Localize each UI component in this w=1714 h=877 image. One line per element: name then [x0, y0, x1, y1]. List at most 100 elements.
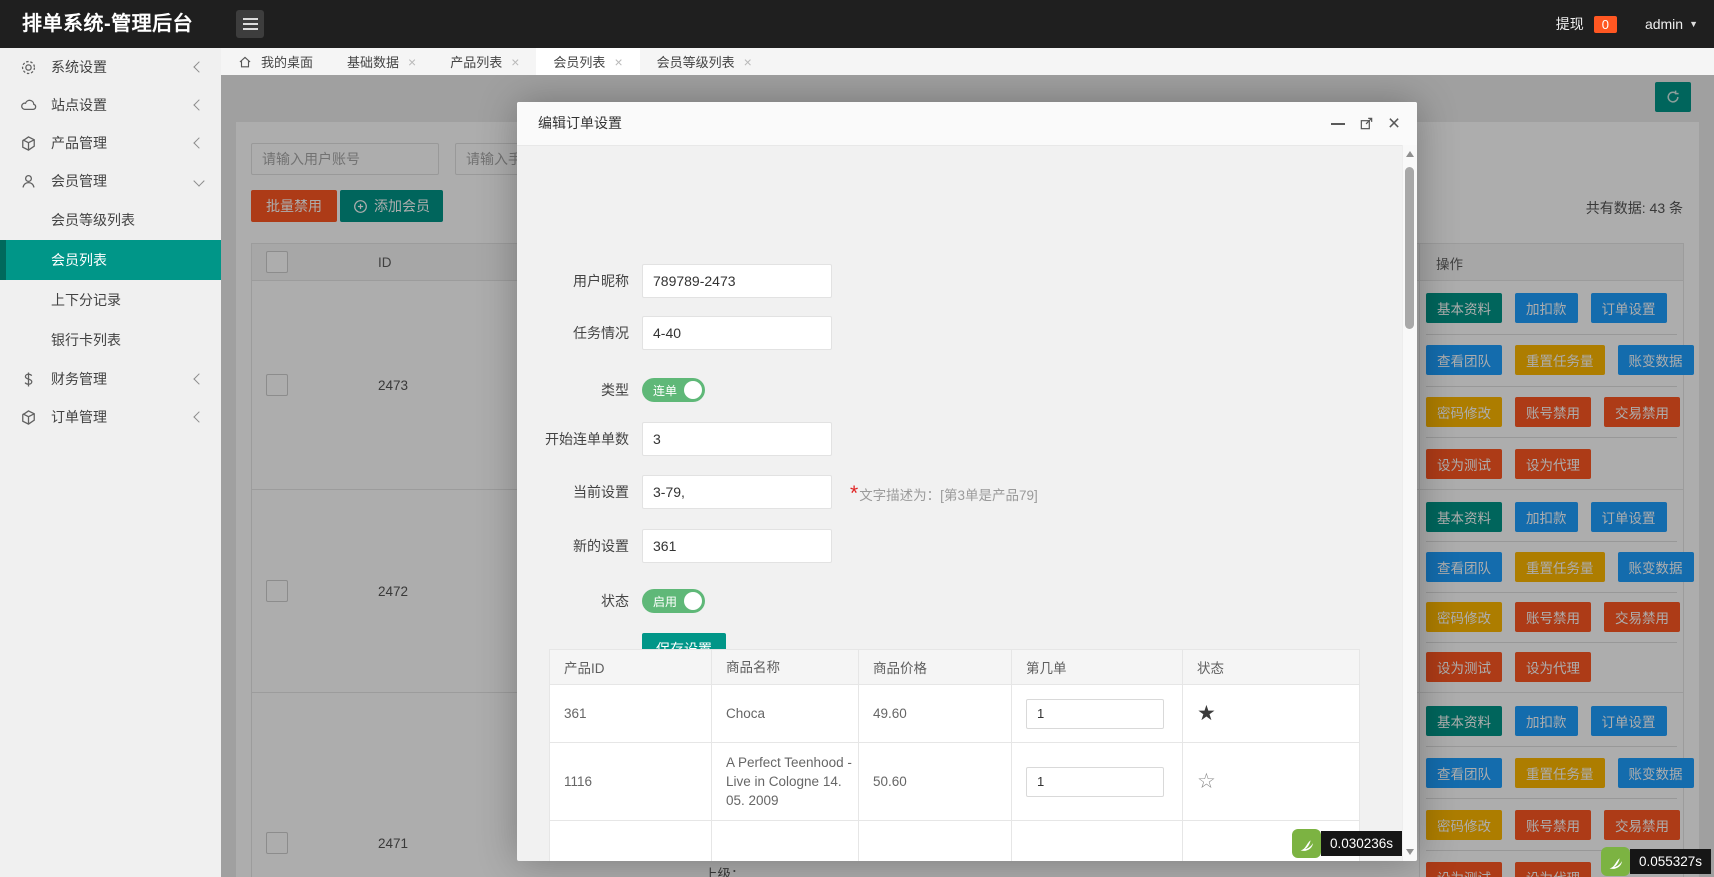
tab-label: 会员等级列表: [657, 52, 735, 71]
status-toggle[interactable]: 启用: [642, 589, 705, 613]
sidebar-item-0[interactable]: 系统设置: [0, 48, 221, 86]
col-product-price: 商品价格: [859, 650, 1012, 684]
sidebar-item-5[interactable]: 订单管理: [0, 398, 221, 436]
order-no-input[interactable]: [1026, 861, 1164, 862]
tab-2[interactable]: 产品列表 ×: [433, 48, 536, 75]
user-menu[interactable]: admin ▼: [1645, 16, 1698, 32]
page-debug-badge[interactable]: 0.055327s: [1601, 847, 1711, 876]
sidebar-item-4[interactable]: 财务管理: [0, 360, 221, 398]
chevron-left-icon: [193, 411, 204, 422]
sidebar-subitem-3-2[interactable]: 上下分记录: [0, 280, 221, 320]
field-task: 任务情况: [517, 316, 1403, 350]
scroll-up-arrow[interactable]: [1406, 151, 1414, 157]
field-status: 状态 启用: [517, 584, 1403, 618]
sidebar-item-label: 订单管理: [51, 407, 195, 427]
tab-close-icon[interactable]: ×: [614, 55, 622, 69]
start-count-input[interactable]: [642, 422, 832, 456]
product-row: 361Choca49.60★: [549, 685, 1360, 743]
tab-3[interactable]: 会员列表×: [536, 48, 639, 75]
order-no-input[interactable]: [1026, 767, 1164, 797]
tab-4[interactable]: 会员等级列表 ×: [640, 48, 769, 75]
product-price-cell: 51.40: [859, 821, 1012, 861]
current-setting-note: *文字描述为：[第3单是产品79]: [850, 483, 1038, 504]
sidebar-item-1[interactable]: 站点设置: [0, 86, 221, 124]
tab-1[interactable]: 基础数据 ×: [330, 48, 433, 75]
status-cell: ★: [1183, 685, 1359, 742]
withdraw-link[interactable]: 提现: [1556, 14, 1584, 34]
cloud-icon: [20, 97, 38, 114]
field-start-count: 开始连单单数: [517, 422, 1403, 456]
start-count-label: 开始连单单数: [517, 422, 629, 456]
sidebar-subitem-3-1[interactable]: 会员列表: [0, 240, 221, 280]
thinkphp-icon: [1601, 847, 1630, 876]
chevron-left-icon: [193, 99, 204, 110]
sidebar-item-label: 站点设置: [51, 95, 195, 115]
sidebar-item-label: 财务管理: [51, 369, 195, 389]
tab-close-icon[interactable]: ×: [744, 55, 752, 69]
top-header: 排单系统-管理后台 提现 0 admin ▼: [0, 0, 1714, 48]
sidebar: 系统设置站点设置产品管理会员管理会员等级列表会员列表上下分记录银行卡列表财务管理…: [0, 48, 221, 877]
tab-close-icon[interactable]: ×: [511, 55, 519, 69]
product-row: 1117Adon Olam51.40☆: [549, 821, 1360, 861]
tab-close-icon[interactable]: ×: [408, 55, 416, 69]
withdraw-count-badge[interactable]: 0: [1594, 16, 1617, 33]
task-input[interactable]: [642, 316, 832, 350]
order-no-cell: [1012, 685, 1183, 742]
scroll-down-arrow[interactable]: [1406, 849, 1414, 855]
tab-label: 我的桌面: [261, 52, 313, 71]
col-status: 状态: [1183, 650, 1359, 684]
field-type: 类型 连单: [517, 373, 1403, 407]
modal-title: 编辑订单设置: [538, 102, 622, 145]
star-filled-icon[interactable]: ★: [1197, 703, 1216, 724]
field-nickname: 用户昵称: [517, 264, 1403, 298]
sidebar-item-2[interactable]: 产品管理: [0, 124, 221, 162]
product-price-cell: 50.60: [859, 743, 1012, 820]
chevron-down-icon: [193, 175, 204, 186]
field-current: 当前设置 *文字描述为：[第3单是产品79]: [517, 475, 1403, 509]
current-label: 当前设置: [517, 475, 629, 509]
sidebar-item-label: 产品管理: [51, 133, 195, 153]
product-table: 产品ID 商品名称 商品价格 第几单 状态 361Choca49.60★1116…: [549, 649, 1360, 861]
cube-icon: [20, 135, 38, 152]
product-row: 1116A Perfect Teenhood - Live in Cologne…: [549, 743, 1360, 821]
maximize-icon[interactable]: [1355, 102, 1377, 145]
page-debug-time: 0.055327s: [1630, 849, 1711, 874]
nickname-input[interactable]: [642, 264, 832, 298]
toggle-knob: [684, 381, 702, 399]
modal-scrollbar[interactable]: [1402, 145, 1417, 861]
modal-debug-time: 0.030236s: [1321, 831, 1402, 856]
tab-0[interactable]: 我的桌面: [221, 48, 330, 75]
tab-label: 产品列表: [450, 52, 502, 71]
scrollbar-thumb[interactable]: [1405, 167, 1414, 329]
product-name-cell: Choca: [712, 685, 859, 742]
tab-label: 基础数据: [347, 52, 399, 71]
modal-debug-badge[interactable]: 0.030236s: [1292, 829, 1402, 858]
home-icon: [238, 55, 252, 69]
product-name-cell: Adon Olam: [712, 821, 859, 861]
col-product-name: 商品名称: [712, 650, 859, 684]
menu-toggle-button[interactable]: [236, 10, 264, 38]
modal-header: 编辑订单设置 ×: [517, 102, 1417, 146]
product-name-cell: A Perfect Teenhood - Live in Cologne 14.…: [712, 743, 859, 820]
current-input[interactable]: [642, 475, 832, 509]
product-table-header: 产品ID 商品名称 商品价格 第几单 状态: [549, 649, 1360, 685]
product-id-cell: 1116: [550, 743, 712, 820]
col-order-no: 第几单: [1012, 650, 1183, 684]
star-outline-icon[interactable]: ☆: [1197, 771, 1216, 792]
sidebar-item-3[interactable]: 会员管理: [0, 162, 221, 200]
type-label: 类型: [517, 373, 629, 407]
close-icon[interactable]: ×: [1383, 102, 1405, 145]
product-id-cell: 1117: [550, 821, 712, 861]
chevron-left-icon: [193, 373, 204, 384]
sidebar-subitem-3-0[interactable]: 会员等级列表: [0, 200, 221, 240]
cube-icon: [20, 409, 38, 426]
product-id-cell: 361: [550, 685, 712, 742]
minimize-icon[interactable]: [1327, 102, 1349, 145]
col-product-id: 产品ID: [550, 650, 712, 684]
toggle-knob: [684, 592, 702, 610]
task-label: 任务情况: [517, 316, 629, 350]
app-title: 排单系统-管理后台: [22, 0, 193, 48]
type-toggle[interactable]: 连单: [642, 378, 705, 402]
sidebar-subitem-3-3[interactable]: 银行卡列表: [0, 320, 221, 360]
order-no-input[interactable]: [1026, 699, 1164, 729]
